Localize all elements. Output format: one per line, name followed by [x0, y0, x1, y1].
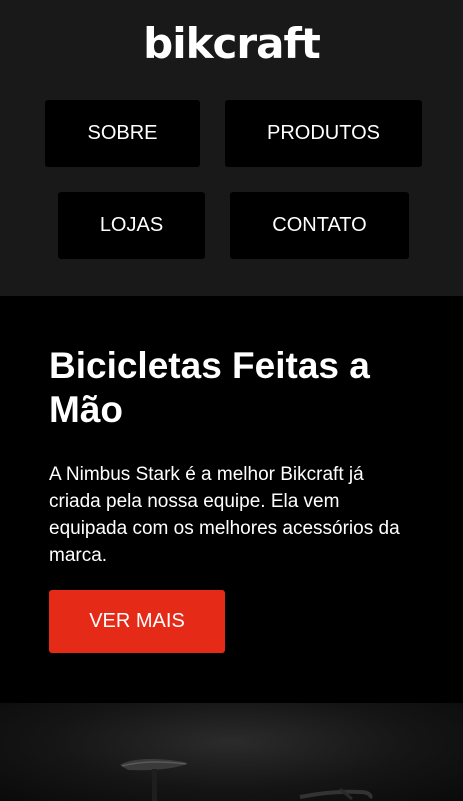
intro-title: Bicicletas Feitas a Mão — [49, 345, 370, 430]
bike-seat-post — [152, 769, 157, 801]
intro-description: A Nimbus Stark é a melhor Bikcraft já cr… — [49, 464, 400, 566]
nav-item-sobre[interactable]: SOBRE — [45, 100, 200, 167]
site-header: bikcraft SOBRE PRODUTOS LOJAS CONTATO — [0, 0, 463, 296]
intro-section: Bicicletas Feitas a Mão A Nimbus Stark é… — [0, 296, 463, 703]
nav-item-produtos[interactable]: PRODUTOS — [225, 100, 422, 167]
nav-item-lojas[interactable]: LOJAS — [58, 192, 205, 259]
nav-item-contato[interactable]: CONTATO — [230, 192, 409, 259]
bike-image — [120, 759, 373, 801]
bike-hero-image — [0, 703, 463, 801]
bike-handlebar — [299, 789, 373, 800]
ver-mais-button[interactable]: VER MAIS — [49, 590, 225, 653]
brand-logo[interactable]: bikcraft — [0, 18, 463, 70]
